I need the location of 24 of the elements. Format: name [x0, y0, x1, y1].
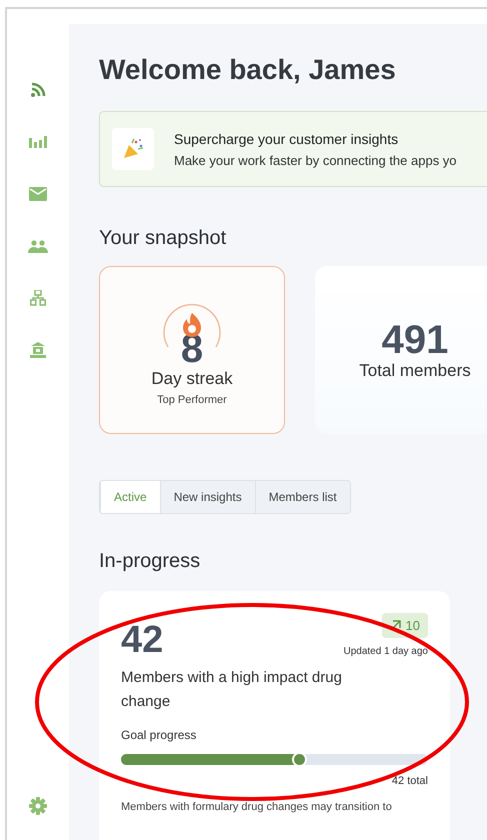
metric-title: Members with a high impact drug change: [121, 668, 343, 712]
party-popper-icon: [121, 137, 145, 161]
building-icon[interactable]: [30, 342, 46, 358]
updated-text: Updated 1 day ago: [343, 646, 428, 657]
rss-icon[interactable]: [30, 82, 46, 98]
goal-label: Goal progress: [121, 728, 198, 742]
streak-label: Day streak: [151, 368, 233, 388]
hierarchy-icon[interactable]: [30, 290, 46, 306]
section-heading: Your snapshot: [99, 227, 228, 250]
mail-icon[interactable]: [29, 187, 47, 201]
people-icon[interactable]: [28, 240, 48, 252]
total-text: 42 total: [390, 775, 428, 787]
streak-sublabel: Top Performer: [157, 394, 227, 406]
tab[interactable]: Members list: [254, 481, 350, 513]
total-value: 491: [382, 319, 448, 361]
section-heading: In-progress: [99, 550, 202, 573]
settings-icon[interactable]: [29, 797, 47, 815]
bar-chart-icon[interactable]: [29, 136, 47, 148]
total-label: Total members: [359, 361, 471, 381]
welcome-heading: Welcome back, James: [99, 54, 397, 86]
banner-title: Supercharge your customer insights: [174, 130, 400, 146]
banner-text: Make your work faster by connecting the apps yo: [174, 152, 457, 168]
description-text: Members with formulary drug changes may transition to: [121, 801, 393, 813]
metric-value: 42: [121, 619, 164, 662]
